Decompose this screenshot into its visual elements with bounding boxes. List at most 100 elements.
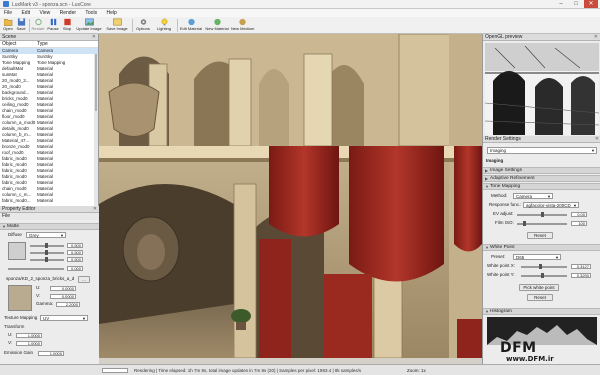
render-viewport[interactable] <box>99 34 482 358</box>
intensity-slider[interactable] <box>8 268 64 270</box>
pick-white-point-button[interactable]: Pick white point <box>519 284 559 291</box>
red-value[interactable]: 0.500 <box>67 243 83 248</box>
v-offset-value[interactable]: 0.0000 <box>50 294 76 299</box>
material-type-label: Matte <box>7 224 19 229</box>
method-label: Method: <box>491 193 508 198</box>
pause-button[interactable]: Pause <box>47 18 59 33</box>
column-header-object[interactable]: Object <box>2 41 16 48</box>
film-iso-handle[interactable] <box>523 221 526 226</box>
toolbar-label: New Medium <box>231 26 255 31</box>
u-scale-label: U: <box>8 332 13 337</box>
toolbar-label: Options <box>136 26 150 31</box>
scene-panel-title: Scene <box>2 34 17 40</box>
close-icon[interactable]: ✕ <box>92 34 96 41</box>
intensity-value[interactable]: 0.000 <box>67 266 83 271</box>
ev-adjust-label: EV adjust: <box>493 211 514 216</box>
close-icon[interactable]: ✕ <box>595 136 599 143</box>
new-medium-button[interactable]: New Medium <box>231 18 255 33</box>
menu-view[interactable]: View <box>35 9 54 17</box>
close-icon[interactable]: ✕ <box>594 34 598 41</box>
lighting-button[interactable]: Lighting <box>154 18 174 33</box>
section-histogram[interactable]: ▼ Histogram <box>483 308 600 315</box>
blue-value[interactable]: 0.500 <box>67 257 83 262</box>
white-point-y-value[interactable]: 0.3290 <box>571 273 591 278</box>
menu-file[interactable]: File <box>0 9 16 17</box>
menu-edit[interactable]: Edit <box>17 9 34 17</box>
film-iso-value[interactable]: 100 <box>571 221 587 226</box>
gamma-value[interactable]: 2.2000 <box>56 302 80 307</box>
white-point-x-label: White point X: <box>487 263 516 268</box>
main-toolbar: Open Save Restart Pause Stop Update Imag… <box>0 17 600 34</box>
white-point-reset-button[interactable]: Reset <box>527 294 553 301</box>
maximize-button[interactable]: □ <box>569 0 583 8</box>
settings-category-select[interactable]: Imaging ▼ <box>487 147 597 154</box>
green-slider-handle[interactable] <box>45 250 48 255</box>
ev-adjust-handle[interactable] <box>541 212 544 217</box>
red-slider-handle[interactable] <box>45 243 48 248</box>
white-point-x-handle[interactable] <box>539 264 542 269</box>
u-scale-value[interactable]: 1.0000 <box>16 333 42 338</box>
right-panel: OpenGL preview ✕ Render Settings ✕ Imagi… <box>482 34 600 364</box>
preset-select[interactable]: D65 ▼ <box>513 254 561 260</box>
diffuse-select[interactable]: Grey ▼ <box>26 232 66 238</box>
diffuse-label: Diffuse <box>8 232 22 237</box>
menu-tools[interactable]: Tools <box>81 9 101 17</box>
u-offset-value[interactable]: 0.0000 <box>50 286 76 291</box>
open-button[interactable]: Open <box>2 18 14 33</box>
white-point-x-slider[interactable] <box>521 266 567 268</box>
green-value[interactable]: 0.500 <box>67 250 83 255</box>
status-bar: Rendering | Time elapsed: 1h 7m 9s, tota… <box>0 364 600 375</box>
section-tone-mapping[interactable]: ▼ Tone Mapping <box>483 183 600 190</box>
toolbar-separator <box>132 19 133 32</box>
blue-slider-handle[interactable] <box>45 257 48 262</box>
response-func-select[interactable]: agfacolor-vista-200CD ▼ <box>523 202 579 208</box>
menu-help[interactable]: Help <box>102 9 120 17</box>
collapse-icon: ▼ <box>485 245 489 250</box>
scene-tree[interactable]: Camera Camera SunSky SunSky Tone Mapping Tone… <box>0 48 98 208</box>
minimize-button[interactable]: – <box>554 0 568 8</box>
diffuse-select-value: Grey <box>29 233 39 238</box>
update-image-button[interactable]: Update Image <box>76 18 102 33</box>
section-matte[interactable]: ▼ Matte <box>0 223 99 230</box>
emission-gain-value[interactable]: 1.0000 <box>38 351 64 356</box>
browse-texture-button[interactable]: ... <box>78 276 90 283</box>
menu-render[interactable]: Render <box>56 9 80 17</box>
method-select[interactable]: Camera ▼ <box>513 193 553 199</box>
scene-column-headers: Object Type <box>0 41 98 48</box>
white-point-y-slider[interactable] <box>521 275 567 277</box>
restart-button[interactable]: Restart <box>31 18 45 33</box>
tone-mapping-reset-button[interactable]: Reset <box>527 232 553 239</box>
section-adaptive-refinement[interactable]: ▶ Adaptive Refinement <box>483 175 600 182</box>
v-scale-value[interactable]: 1.0000 <box>16 341 42 346</box>
texture-mapping-select[interactable]: UV ▼ <box>40 315 88 321</box>
color-swatch[interactable] <box>8 242 26 260</box>
toolbar-label: Update Image <box>76 26 102 31</box>
v-offset-label: V: <box>36 293 41 298</box>
zoom-indicator[interactable]: Zoom: 1x <box>407 368 426 373</box>
texture-filename: sponza/KD_2_sponza_bricks_a_diff.jpg <box>6 276 74 281</box>
stop-button[interactable]: Stop <box>61 18 73 33</box>
status-text: Rendering | Time elapsed: 1h 7m 9s, tota… <box>134 368 362 373</box>
save-image-button[interactable]: Save Image <box>105 18 129 33</box>
chevron-down-icon: ▼ <box>591 148 595 153</box>
section-image-settings[interactable]: ▶ Image Settings <box>483 167 600 174</box>
options-button[interactable]: Options <box>134 18 152 33</box>
new-material-button[interactable]: New Material <box>205 18 229 33</box>
texture-thumbnail <box>8 285 32 311</box>
save-button[interactable]: Save <box>15 18 27 33</box>
opengl-preview-image[interactable] <box>485 43 599 135</box>
title-bar: LuxMark v3 - sponza.scn - LuxCore – □ ✕ <box>0 0 600 9</box>
white-point-y-handle[interactable] <box>541 273 544 278</box>
edit-material-button[interactable]: Edit Material <box>179 18 203 33</box>
close-button[interactable]: ✕ <box>584 0 598 8</box>
render-settings-header: Render Settings ✕ <box>483 136 600 143</box>
ev-adjust-value[interactable]: 0.00 <box>571 212 587 217</box>
white-point-x-value[interactable]: 0.3127 <box>571 264 591 269</box>
scene-tree-row[interactable]: fabric_mod0... Material <box>0 198 98 204</box>
render-settings-title: Render Settings <box>485 136 521 142</box>
column-header-type[interactable]: Type <box>37 41 48 48</box>
close-icon[interactable]: ✕ <box>93 206 97 213</box>
chevron-down-icon: ▼ <box>555 255 559 260</box>
method-value: Camera <box>516 194 533 199</box>
section-white-point[interactable]: ▼ White Point <box>483 244 600 251</box>
